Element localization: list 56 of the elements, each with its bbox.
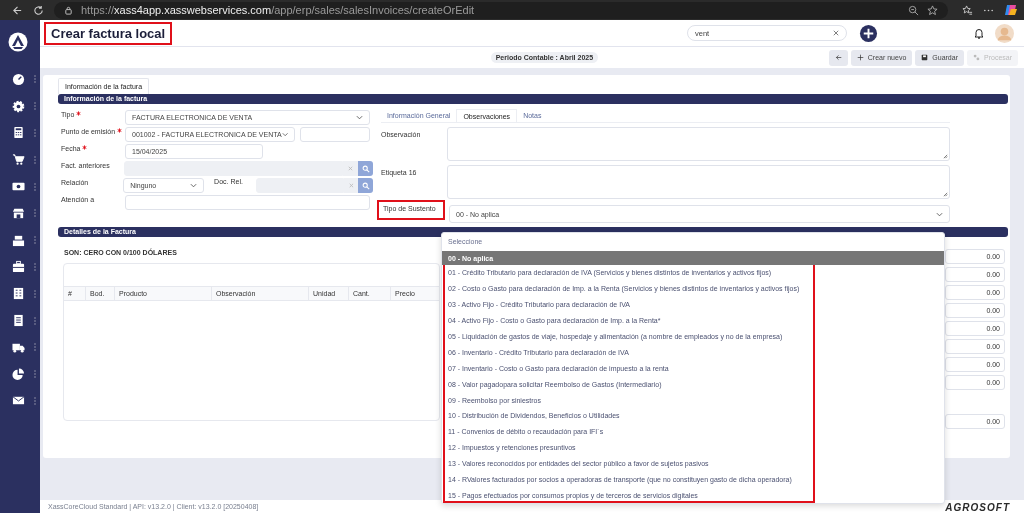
back-arrow-icon — [834, 54, 842, 61]
drag-handle-icon[interactable] — [33, 236, 36, 245]
chevron-down-icon[interactable] — [356, 115, 363, 120]
chevron-down-icon[interactable] — [190, 183, 198, 188]
back-icon[interactable] — [12, 4, 23, 16]
star-icon[interactable] — [927, 4, 938, 16]
add-button[interactable] — [859, 23, 878, 43]
drag-handle-icon[interactable] — [33, 182, 36, 191]
pie-chart-icon[interactable] — [11, 367, 25, 381]
copilot-icon[interactable] — [1004, 3, 1018, 17]
drag-handle-icon[interactable] — [33, 370, 36, 379]
drag-handle-icon[interactable] — [33, 102, 36, 111]
briefcase-icon[interactable] — [11, 260, 25, 274]
drag-handle-icon[interactable] — [33, 316, 36, 325]
search-icon — [361, 181, 370, 190]
drag-handle-icon[interactable] — [33, 155, 36, 164]
brand-logo: AGROSOFT — [945, 503, 1010, 513]
url-text: https://xass4app.xasswebservices.com/app/erp/sales/salesInvoices/createOrEdit — [81, 4, 475, 16]
drag-handle-icon[interactable] — [33, 262, 36, 271]
save-icon — [921, 54, 929, 61]
chevron-down-icon[interactable] — [281, 132, 288, 137]
resize-handle-icon[interactable] — [943, 154, 948, 159]
bell-icon[interactable] — [973, 27, 985, 39]
gear-icon[interactable] — [11, 99, 25, 113]
resize-handle-icon[interactable] — [943, 192, 948, 197]
clear-icon[interactable] — [343, 161, 359, 176]
search-icon — [361, 164, 370, 173]
lock-icon — [64, 5, 73, 15]
search-button[interactable] — [358, 178, 373, 193]
drag-handle-icon[interactable] — [33, 289, 36, 298]
input-field[interactable] — [300, 127, 370, 142]
gauge-icon[interactable] — [11, 72, 25, 86]
page-title: Crear factura local — [44, 21, 173, 45]
reload-icon[interactable] — [33, 4, 44, 16]
chevron-down-icon[interactable] — [936, 211, 943, 217]
clear-icon[interactable] — [833, 30, 839, 36]
drag-handle-icon[interactable] — [33, 396, 36, 405]
input-field[interactable] — [125, 195, 370, 210]
drag-handle-icon[interactable] — [33, 343, 36, 352]
plus-icon — [856, 54, 864, 61]
zoom-icon[interactable] — [908, 4, 919, 16]
app-logo[interactable] — [8, 32, 28, 52]
store-icon[interactable] — [11, 206, 25, 220]
building-icon[interactable] — [11, 287, 25, 301]
search-button[interactable] — [358, 161, 373, 176]
address-bar[interactable]: https://xass4app.xasswebservices.com/app/erp/sales/salesInvoices/createOrEdit — [54, 1, 948, 19]
drag-handle-icon[interactable] — [33, 129, 36, 137]
back-button[interactable] — [828, 49, 848, 66]
cash-register-icon[interactable] — [11, 233, 25, 247]
drag-handle-icon[interactable] — [33, 209, 36, 218]
drag-handle-icon[interactable] — [33, 75, 36, 84]
favorites-icon[interactable] — [962, 4, 973, 16]
avatar[interactable] — [995, 23, 1014, 43]
document-icon[interactable] — [11, 314, 25, 328]
calculator-icon[interactable] — [11, 126, 25, 140]
cart-icon[interactable] — [11, 153, 25, 167]
